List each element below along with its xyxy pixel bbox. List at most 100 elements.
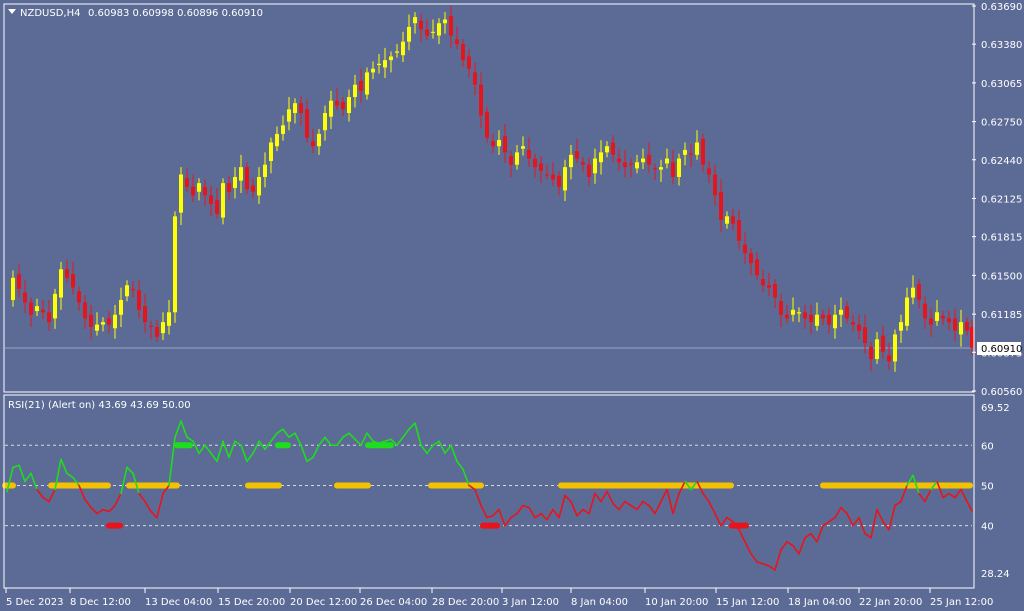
bull-candle — [161, 322, 165, 334]
bear-candle — [71, 274, 75, 288]
rsi-line-segment — [786, 540, 794, 547]
bull-candle — [521, 146, 525, 149]
rsi-line-segment — [750, 553, 758, 563]
rsi-line-segment — [366, 432, 374, 443]
bear-candle — [623, 162, 627, 168]
bull-candle — [329, 100, 333, 117]
bear-candle — [970, 327, 974, 348]
bull-candle — [899, 322, 903, 331]
bear-candle — [557, 175, 561, 187]
bull-candle — [839, 309, 843, 315]
rsi-line-segment — [528, 506, 536, 519]
rsi-line-segment — [768, 565, 776, 571]
rsi-line-segment — [510, 512, 518, 519]
time-tick-label: 15 Dec 20:00 — [218, 597, 285, 608]
rsi-line-segment — [36, 488, 44, 499]
bear-candle — [737, 220, 741, 241]
rsi-line-segment — [180, 420, 188, 439]
rsi-line-segment — [138, 492, 146, 503]
rsi-line-segment — [210, 452, 218, 463]
bull-candle — [935, 312, 939, 321]
rsi-tick-label: 60 — [981, 441, 994, 452]
rsi-line-segment — [30, 472, 38, 491]
rsi-line-segment — [408, 422, 416, 430]
bull-candle — [605, 146, 609, 153]
rsi-line-segment — [660, 488, 668, 503]
bear-candle — [953, 318, 957, 331]
price-tick-label: 0.63065 — [981, 79, 1022, 90]
bull-candle — [113, 314, 117, 329]
bull-candle — [395, 51, 399, 53]
rsi-line-segment — [150, 510, 158, 519]
rsi-line-segment — [474, 488, 482, 507]
rsi-line-segment — [624, 500, 632, 507]
price-tick-label: 0.63690 — [981, 2, 1022, 13]
rsi-line-segment — [42, 496, 50, 503]
bear-candle — [245, 167, 249, 190]
bear-candle — [533, 158, 537, 168]
bull-candle — [95, 324, 99, 331]
rsi-line-segment — [828, 516, 836, 523]
rsi-line-segment — [492, 508, 500, 517]
bear-candle — [803, 312, 807, 319]
bear-candle — [449, 15, 453, 36]
bear-candle — [299, 103, 303, 114]
rsi-line-segment — [426, 444, 434, 455]
rsi-header-label: RSI(21) (Alert on) 43.69 43.69 50.00 — [8, 400, 191, 411]
bear-candle — [215, 200, 219, 214]
time-tick-label: 8 Dec 12:00 — [70, 597, 131, 608]
rsi-line-segment — [198, 444, 206, 455]
bear-candle — [203, 186, 207, 196]
bear-candle — [743, 244, 747, 254]
bull-candle — [797, 312, 801, 314]
rsi-line-segment — [720, 516, 728, 527]
rsi-line-segment — [606, 490, 614, 505]
rsi-line-segment — [276, 428, 284, 434]
rsi-line-segment — [876, 508, 884, 523]
price-tick-label: 0.60560 — [981, 387, 1022, 398]
main-panel-frame — [3, 3, 975, 393]
bear-candle — [503, 136, 507, 153]
bear-candle — [851, 322, 855, 325]
rsi-line-segment — [342, 432, 350, 439]
current-price-label: 0.60910 — [981, 344, 1022, 355]
bull-candle — [323, 113, 327, 131]
rsi-line-segment — [60, 458, 68, 475]
rsi-line-segment — [246, 452, 254, 463]
rsi-line-segment — [480, 504, 488, 519]
bear-candle — [827, 314, 831, 325]
bull-candle — [407, 26, 411, 42]
bear-candle — [575, 151, 579, 159]
bear-candle — [227, 183, 231, 192]
rsi-line-segment — [282, 428, 290, 439]
rsi-line-segment — [540, 512, 548, 521]
rsi-line-segment — [708, 500, 716, 515]
rsi-line-segment — [348, 432, 356, 441]
bear-candle — [707, 168, 711, 175]
bull-candle — [125, 285, 129, 297]
bear-candle — [209, 195, 213, 205]
bull-candle — [263, 164, 267, 177]
rsi-line-segment — [384, 438, 392, 443]
bull-candle — [365, 72, 369, 95]
rsi-line-segment — [420, 444, 428, 455]
bear-candle — [509, 156, 513, 165]
bear-candle — [821, 314, 825, 319]
rsi-line-segment — [618, 500, 626, 511]
rsi-line-segment — [294, 432, 302, 447]
triangle-down-icon[interactable] — [8, 9, 16, 14]
time-tick-label: 13 Dec 04:00 — [145, 597, 212, 608]
bear-candle — [539, 163, 543, 171]
bull-candle — [35, 306, 39, 312]
bull-candle — [437, 23, 441, 36]
rsi-line-segment — [600, 490, 608, 503]
bear-candle — [131, 288, 135, 291]
time-tick-label: 26 Dec 04:00 — [360, 597, 427, 608]
rsi-line-segment — [672, 492, 680, 515]
bear-candle — [149, 325, 153, 328]
bull-candle — [695, 142, 699, 155]
bear-candle — [647, 154, 651, 165]
bear-candle — [629, 163, 633, 165]
rsi-line-segment — [744, 540, 752, 555]
rsi-line-segment — [438, 440, 446, 455]
